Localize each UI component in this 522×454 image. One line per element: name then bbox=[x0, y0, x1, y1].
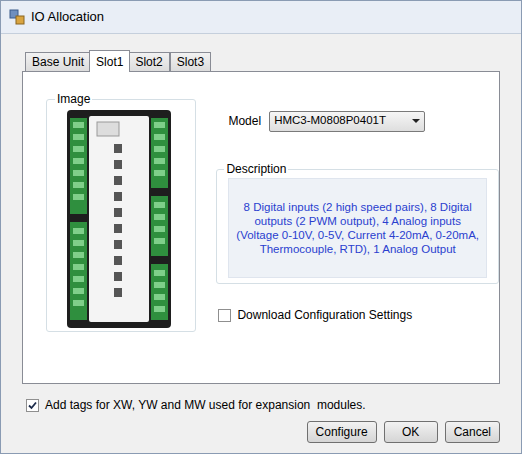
dropdown-arrow-icon bbox=[408, 115, 424, 127]
download-config-checkbox[interactable] bbox=[218, 309, 231, 322]
dialog-button[interactable]: OK bbox=[384, 421, 438, 443]
title-bar: IO Allocation bbox=[1, 1, 521, 34]
model-dropdown[interactable]: HMC3-M0808P0401T bbox=[269, 111, 425, 132]
tab[interactable]: Slot3 bbox=[170, 52, 211, 71]
model-value: HMC3-M0808P0401T bbox=[270, 112, 408, 129]
tab-label: Slot1 bbox=[96, 53, 123, 71]
add-tags-checkbox[interactable] bbox=[26, 399, 39, 412]
dialog-window: IO Allocation Base Unit Slot1 Slot2 Slot3 I… bbox=[0, 0, 522, 454]
tab-label: Slot2 bbox=[135, 53, 162, 71]
tab-label: Slot3 bbox=[177, 53, 204, 71]
device-image bbox=[67, 110, 171, 328]
tab-label: Base Unit bbox=[32, 53, 84, 71]
download-config-checkbox-row[interactable]: Download Configuration Settings bbox=[216, 306, 499, 324]
dialog-button[interactable]: Cancel bbox=[445, 421, 500, 443]
tab-strip: Base Unit Slot1 Slot2 Slot3 bbox=[22, 50, 500, 71]
description-box: 8 Digital inputs (2 high speed pairs), 8… bbox=[228, 178, 487, 278]
description-text: 8 Digital inputs (2 high speed pairs), 8… bbox=[235, 200, 480, 256]
download-config-label: Download Configuration Settings bbox=[237, 306, 412, 324]
description-group: Description 8 Digital inputs (2 high spe… bbox=[216, 160, 499, 284]
tab[interactable]: Slot1 bbox=[89, 50, 130, 72]
add-tags-label: Add tags for XW, YW and MW used for expa… bbox=[45, 396, 366, 414]
description-label: Description bbox=[224, 160, 288, 178]
tab[interactable]: Base Unit bbox=[25, 52, 91, 71]
model-label: Model bbox=[228, 112, 261, 130]
image-group-label: Image bbox=[55, 90, 92, 108]
window-title: IO Allocation bbox=[31, 7, 104, 27]
right-column: Model HMC3-M0808P0401T Description 8 Dig… bbox=[216, 110, 499, 324]
tab-panel: Image bbox=[22, 71, 500, 384]
add-tags-checkbox-row[interactable]: Add tags for XW, YW and MW used for expa… bbox=[26, 396, 521, 414]
dialog-button[interactable]: Configure bbox=[307, 421, 377, 443]
tab[interactable]: Slot2 bbox=[128, 52, 169, 71]
model-row: Model HMC3-M0808P0401T bbox=[216, 110, 499, 132]
check-icon bbox=[27, 400, 38, 411]
app-icon bbox=[9, 9, 25, 25]
image-group: Image bbox=[46, 90, 196, 332]
button-row: Configure OK Cancel bbox=[1, 421, 500, 443]
